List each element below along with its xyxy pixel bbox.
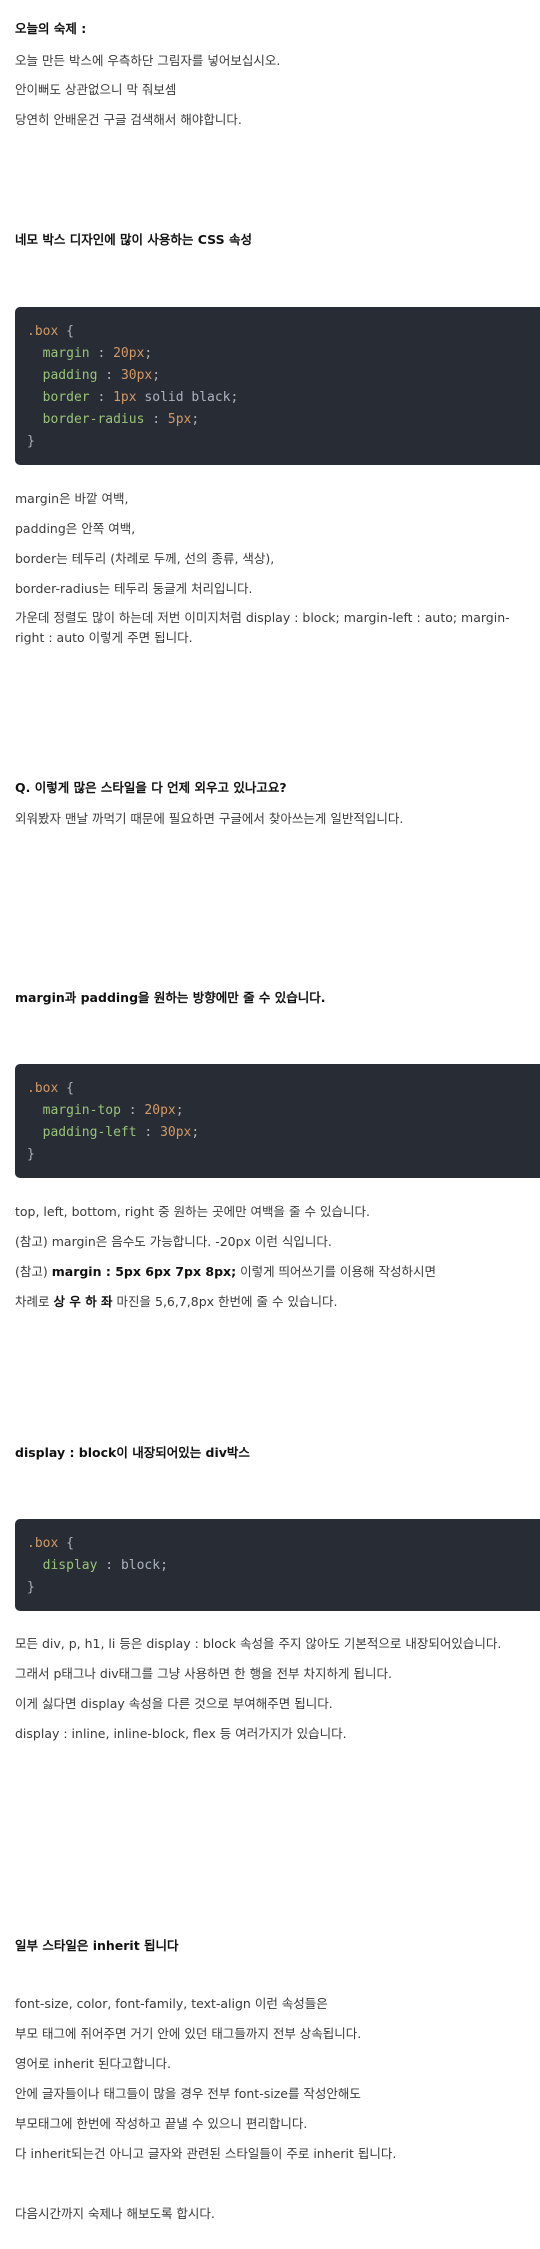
note-line: (참고) margin은 음수도 가능합니다. -20px 이런 식입니다. xyxy=(15,1234,332,1249)
code-line: padding-left : 30px; xyxy=(42,1125,200,1140)
note-line: 안에 글자들이나 태그들이 많을 경우 전부 font-size를 작성안해도 xyxy=(15,2086,361,2101)
note-line: display : inline, inline-block, flex 등 여… xyxy=(15,1726,347,1741)
note-line: 이게 싫다면 display 속성을 다른 것으로 부여해주면 됩니다. xyxy=(15,1696,333,1711)
section-heading: margin과 padding을 원하는 방향에만 줄 수 있습니다. xyxy=(15,990,326,1005)
code-line: border-radius : 5px; xyxy=(42,412,200,427)
code-line: } xyxy=(27,434,35,449)
homework-title: 오늘의 숙제 : xyxy=(15,21,87,36)
code-block: .box { margin-top : 20px; padding-left :… xyxy=(15,1064,540,1178)
code-line: .box { xyxy=(27,1081,74,1096)
note-line: 영어로 inherit 된다고합니다. xyxy=(15,2056,171,2071)
code-line: .box { xyxy=(27,324,74,339)
note-line: font-size, color, font-family, text-alig… xyxy=(15,1996,328,2011)
closing-line: 다음시간까지 숙제나 해보도록 합시다. xyxy=(15,2206,215,2221)
code-line: margin-top : 20px; xyxy=(42,1103,184,1118)
answer-line: 외워봤자 맨날 까먹기 때문에 필요하면 구글에서 찾아쓰는게 일반적입니다. xyxy=(15,811,404,826)
note-line: 부모 태그에 쥐어주면 거기 안에 있던 태그들까지 전부 상속됩니다. xyxy=(15,2026,362,2041)
note-line: top, left, bottom, right 중 원하는 곳에만 여백을 줄… xyxy=(15,1204,370,1219)
note-line: border-radius는 테두리 둥글게 처리입니다. xyxy=(15,581,253,596)
note-line: border는 테두리 (차례로 두께, 선의 종류, 색상), xyxy=(15,551,275,566)
homework-line: 안이뻐도 상관없으니 막 줘보셈 xyxy=(15,82,177,97)
code-line: margin : 20px; xyxy=(42,346,153,361)
code-line: border : 1px solid black; xyxy=(42,390,239,405)
note-line: 모든 div, p, h1, li 등은 display : block 속성을… xyxy=(15,1636,502,1651)
code-line: display : block; xyxy=(42,1558,168,1573)
note-line: 다 inherit되는건 아니고 글자와 관련된 스타일들이 주로 inheri… xyxy=(15,2146,397,2161)
section-heading: display : block이 내장되어있는 div박스 xyxy=(15,1445,250,1460)
code-block: .box { display : block; } xyxy=(15,1519,540,1611)
code-line: padding : 30px; xyxy=(42,368,161,383)
question-heading: Q. 이렇게 많은 스타일을 다 언제 외우고 있나고요? xyxy=(15,780,287,795)
note-paragraph: 가운데 정렬도 많이 하는데 저번 이미지처럼 display : block;… xyxy=(15,610,510,645)
section-heading: 일부 스타일은 inherit 됩니다 xyxy=(15,1938,179,1953)
homework-line: 오늘 만든 박스에 우측하단 그림자를 넣어보십시오. xyxy=(15,53,281,68)
code-block: .box { margin : 20px; padding : 30px; bo… xyxy=(15,307,540,465)
note-line: 부모태그에 한번에 작성하고 끝낼 수 있으니 편리합니다. xyxy=(15,2116,308,2131)
code-line: .box { xyxy=(27,1536,74,1551)
note-line: 그래서 p태그나 div태그를 그냥 사용하면 한 행을 전부 차지하게 됩니다… xyxy=(15,1666,392,1681)
code-line: } xyxy=(27,1580,35,1595)
note-line: margin은 바깥 여백, xyxy=(15,491,129,506)
note-line: 차례로 상 우 하 좌 마진을 5,6,7,8px 한번에 줄 수 있습니다. xyxy=(15,1294,338,1309)
section-heading: 네모 박스 디자인에 많이 사용하는 CSS 속성 xyxy=(15,232,252,247)
note-line: padding은 안쪽 여백, xyxy=(15,521,136,536)
homework-line: 당연히 안배운건 구글 검색해서 해야합니다. xyxy=(15,112,242,127)
code-line: } xyxy=(27,1147,35,1162)
note-line: (참고) margin : 5px 6px 7px 8px; 이렇게 띄어쓰기를… xyxy=(15,1264,436,1279)
